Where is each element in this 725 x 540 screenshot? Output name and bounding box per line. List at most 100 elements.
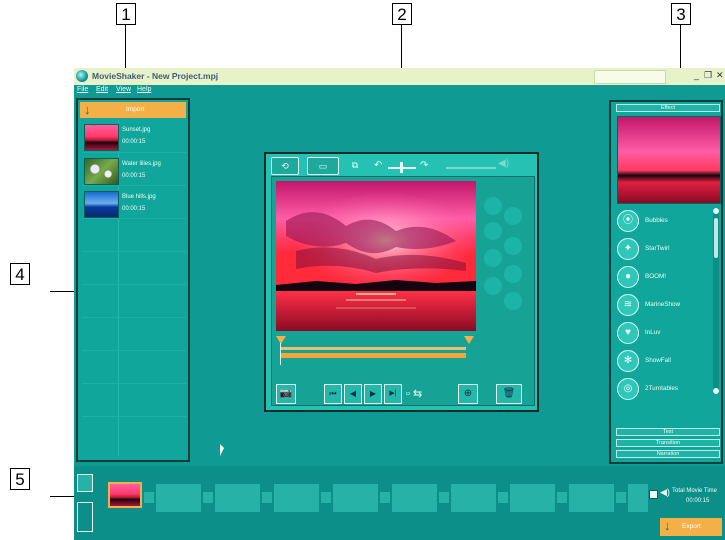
clip-slot[interactable]: [451, 484, 496, 512]
menu-edit[interactable]: Edit: [96, 86, 108, 93]
effect-preview: [617, 116, 721, 204]
loop-icon[interactable]: ▫ ⇆: [406, 384, 446, 404]
storyboard-view-button[interactable]: [77, 474, 93, 492]
close-button[interactable]: ✕: [716, 70, 724, 81]
import-button[interactable]: ↓ Import: [80, 102, 186, 118]
clip-slot[interactable]: [628, 484, 648, 512]
bomb-icon: ●: [617, 266, 639, 288]
previous-frame-button[interactable]: ◀: [344, 384, 362, 404]
trim-track[interactable]: [280, 347, 466, 350]
heart-icon: ♥: [617, 322, 639, 344]
clip-slot[interactable]: [510, 484, 555, 512]
transition-slot[interactable]: [439, 492, 449, 503]
snapshot-button[interactable]: 📷: [276, 384, 296, 404]
scroll-down-icon[interactable]: [713, 388, 719, 394]
menu-help[interactable]: Help: [137, 86, 151, 93]
end-marker-icon[interactable]: [464, 336, 474, 344]
import-label: Import: [126, 106, 145, 113]
effect-item[interactable]: ≋ MarineShow: [617, 294, 713, 316]
playhead[interactable]: [280, 343, 281, 365]
effect-item[interactable]: ✦ StarTwirl: [617, 238, 713, 260]
clip-slot[interactable]: [333, 484, 378, 512]
menu-bar: File Edit View Help: [74, 86, 186, 96]
bubbles-icon: ⦿: [617, 210, 639, 232]
bubble-decoration: [504, 237, 522, 255]
app-logo-icon: [76, 70, 88, 82]
text-tab[interactable]: Text: [616, 428, 720, 436]
clip-name: Blue hills.jpg: [122, 194, 156, 200]
speaker-icon[interactable]: ◀): [498, 158, 509, 169]
media-panel: ↓ Import Sunset.jpg 00:00:15 Water lilie…: [76, 98, 190, 462]
clip-thumbnail-water-lilies[interactable]: [84, 158, 119, 185]
import-arrow-icon: ↓: [84, 102, 91, 117]
media-row-divider: [82, 416, 186, 417]
transition-slot[interactable]: [498, 492, 508, 503]
effect-tab[interactable]: Effect: [616, 104, 720, 112]
transition-slot[interactable]: [203, 492, 213, 503]
export-button[interactable]: ↓ Export: [660, 518, 722, 536]
media-row-divider: [82, 284, 186, 285]
timeline-clip-sunset[interactable]: [108, 482, 142, 508]
narration-tab[interactable]: Narration: [616, 450, 720, 458]
callout-4-line: [50, 291, 77, 292]
callout-2: 2: [392, 3, 412, 25]
scroll-thumb[interactable]: [714, 218, 718, 258]
clip-thumbnail-sunset[interactable]: [84, 124, 119, 151]
rotate-slider-thumb[interactable]: [400, 162, 403, 173]
rotate-left-icon[interactable]: ↶: [374, 160, 382, 171]
effect-name: ShowFall: [645, 357, 671, 364]
play-button[interactable]: ▶: [364, 384, 382, 404]
sound-checkbox[interactable]: [649, 490, 658, 499]
effects-scrollbar[interactable]: [713, 208, 719, 394]
mouse-pointer-icon: [220, 444, 224, 456]
rewind-button[interactable]: ⏮: [324, 384, 342, 404]
delete-button[interactable]: 🗑: [496, 384, 522, 404]
sunset-picture: [276, 181, 476, 331]
clip-slot[interactable]: [156, 484, 201, 512]
playback-track[interactable]: [280, 353, 466, 358]
callout-5-line: [50, 496, 77, 497]
scroll-up-icon[interactable]: [713, 208, 719, 214]
menu-file[interactable]: File: [77, 86, 88, 93]
clip-slot[interactable]: [215, 484, 260, 512]
clip-slot[interactable]: [569, 484, 614, 512]
snow-icon: ✻: [617, 350, 639, 372]
clip-slot[interactable]: [392, 484, 437, 512]
timeline-view-button[interactable]: [77, 502, 93, 532]
restore-button[interactable]: ❐: [704, 70, 712, 81]
media-row-divider: [82, 317, 186, 318]
transition-slot[interactable]: [144, 492, 154, 503]
transition-slot[interactable]: [262, 492, 272, 503]
transition-slot[interactable]: [321, 492, 331, 503]
transition-slot[interactable]: [616, 492, 626, 503]
transition-slot[interactable]: [380, 492, 390, 503]
tab-overlay[interactable]: ⧉: [344, 157, 366, 175]
bubble-decoration: [484, 197, 502, 215]
transition-slot[interactable]: [557, 492, 567, 503]
clip-thumbnail-blue-hills[interactable]: [84, 191, 119, 218]
tab-frame[interactable]: ▭: [307, 157, 339, 175]
tab-rotate[interactable]: ⟲: [271, 157, 299, 175]
next-frame-button[interactable]: ▶|: [384, 384, 402, 404]
effect-item[interactable]: ✻ ShowFall: [617, 350, 713, 372]
turntable-icon: ◎: [617, 378, 639, 400]
rotate-right-icon[interactable]: ↷: [420, 160, 428, 171]
volume-slider[interactable]: [446, 167, 496, 169]
effect-item[interactable]: ♥ InLuv: [617, 322, 713, 344]
minimize-button[interactable]: _: [694, 70, 699, 80]
bubble-decoration: [484, 277, 502, 295]
start-marker-icon[interactable]: [276, 336, 286, 344]
clip-slot[interactable]: [274, 484, 319, 512]
transition-tab[interactable]: Transition: [616, 439, 720, 447]
callout-4: 4: [10, 263, 30, 285]
effect-item[interactable]: ◎ 2Turntables: [617, 378, 713, 400]
menu-view[interactable]: View: [116, 86, 131, 93]
title-bar-field: [594, 70, 666, 84]
effect-name: StarTwirl: [645, 245, 670, 252]
locate-button[interactable]: ⊕: [458, 384, 478, 404]
speaker-icon: ◀): [660, 487, 670, 497]
movieshaker-window: MovieShaker - New Project.mpj _ ❐ ✕ File…: [74, 68, 725, 540]
effect-item[interactable]: ⦿ Bubbles: [617, 210, 713, 232]
effect-item[interactable]: ● BOOM!: [617, 266, 713, 288]
clip-name: Sunset.jpg: [122, 127, 151, 133]
